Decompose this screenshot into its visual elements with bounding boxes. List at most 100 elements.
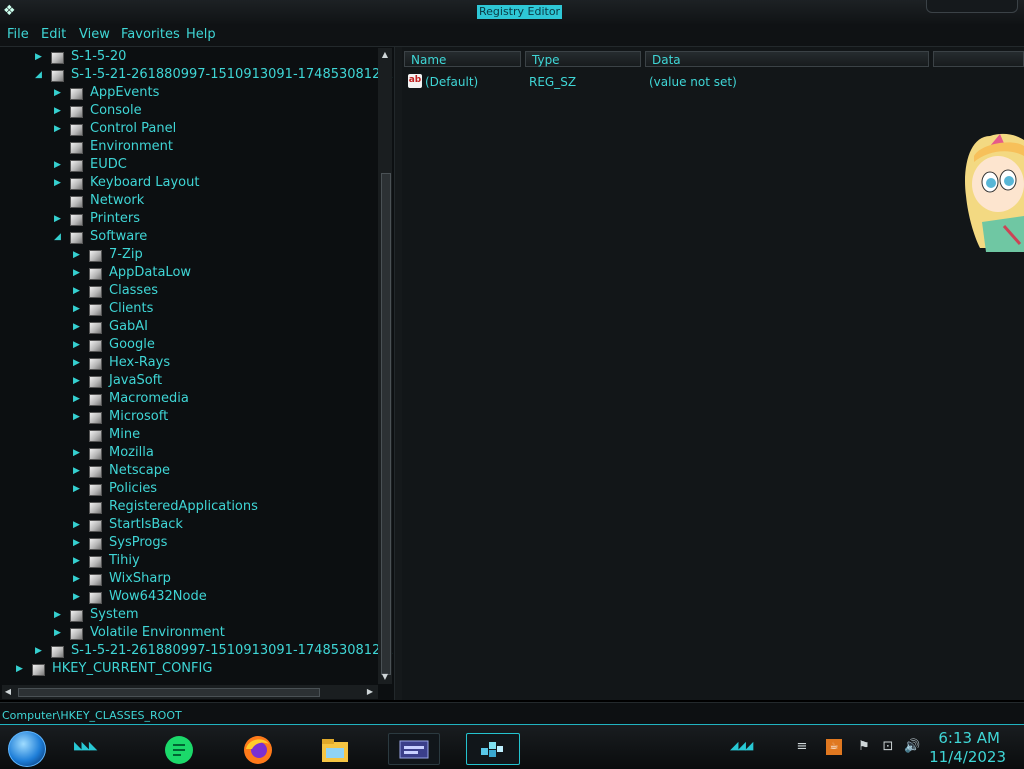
tree-node[interactable]: ◢ Software — [0, 228, 378, 246]
scroll-left-arrow-icon[interactable]: ◀ — [2, 685, 14, 699]
tree-node[interactable]: ▶ Control Panel — [0, 120, 378, 138]
scroll-thumb[interactable] — [381, 173, 391, 675]
window-controls[interactable] — [926, 0, 1018, 13]
volume-icon[interactable]: 🔊 — [904, 739, 920, 755]
expand-arrow-icon[interactable]: ▶ — [54, 156, 64, 174]
menu-view[interactable]: View — [79, 27, 110, 43]
scroll-up-arrow-icon[interactable]: ▲ — [378, 48, 392, 62]
expand-arrow-icon[interactable]: ▶ — [73, 480, 83, 498]
taskbar-registry-tab[interactable] — [466, 733, 520, 765]
collapse-arrow-icon[interactable]: ◢ — [35, 66, 45, 84]
tree-node[interactable]: ▶ StartIsBack — [0, 516, 378, 534]
scroll-thumb[interactable] — [18, 688, 320, 697]
menu-edit[interactable]: Edit — [41, 27, 66, 43]
tree-vertical-scrollbar[interactable]: ▲ ▼ — [378, 48, 392, 684]
expand-arrow-icon[interactable]: ▶ — [73, 390, 83, 408]
expand-arrow-icon[interactable]: ▶ — [73, 282, 83, 300]
tree-node[interactable]: ▶ Netscape — [0, 462, 378, 480]
start-button[interactable] — [8, 731, 46, 767]
expand-arrow-icon[interactable]: ▶ — [73, 300, 83, 318]
tree-node[interactable]: Environment — [0, 138, 378, 156]
expand-arrow-icon[interactable]: ▶ — [73, 588, 83, 606]
expand-arrow-icon[interactable]: ▶ — [73, 534, 83, 552]
registry-editor-icon[interactable]: ❖ — [3, 3, 19, 19]
column-header-type[interactable]: Type — [525, 51, 641, 67]
tree-node[interactable]: ▶ Policies — [0, 480, 378, 498]
action-center-flag-icon[interactable]: ⚑ — [856, 739, 872, 755]
tree-node[interactable]: ▶ AppDataLow — [0, 264, 378, 282]
expand-arrow-icon[interactable]: ▶ — [73, 372, 83, 390]
tree-node[interactable]: Network — [0, 192, 378, 210]
expand-arrow-icon[interactable]: ▶ — [73, 552, 83, 570]
expand-arrow-icon[interactable]: ▶ — [73, 462, 83, 480]
clock-time[interactable]: 6:13 AM — [938, 729, 1000, 747]
firefox-icon[interactable] — [243, 735, 273, 765]
tree-node[interactable]: ▶ Microsoft — [0, 408, 378, 426]
tree-node[interactable]: ▶ 7-Zip — [0, 246, 378, 264]
menu-help[interactable]: Help — [186, 27, 216, 43]
value-name[interactable]: (Default) — [425, 75, 478, 89]
expand-arrow-icon[interactable]: ▶ — [54, 102, 64, 120]
expand-arrow-icon[interactable]: ▶ — [73, 444, 83, 462]
expand-arrow-icon[interactable]: ▶ — [73, 354, 83, 372]
menu-favorites[interactable]: Favorites — [121, 27, 180, 43]
expand-arrow-icon[interactable]: ▶ — [54, 120, 64, 138]
tree-node[interactable]: ▶ Keyboard Layout — [0, 174, 378, 192]
expand-arrow-icon[interactable]: ▶ — [54, 624, 64, 642]
column-header-data[interactable]: Data — [645, 51, 929, 67]
taskbar-window-tab[interactable] — [388, 733, 440, 765]
tree-node[interactable]: ▶ Google — [0, 336, 378, 354]
tree-node[interactable]: ▶ AppEvents — [0, 84, 378, 102]
tree-node[interactable]: ▶ JavaSoft — [0, 372, 378, 390]
tree-horizontal-scrollbar[interactable]: ◀ ▶ — [2, 685, 378, 699]
tree-node[interactable]: ▶ Printers — [0, 210, 378, 228]
tree-node[interactable]: ▶ EUDC — [0, 156, 378, 174]
expand-arrow-icon[interactable]: ▶ — [73, 246, 83, 264]
tree-node[interactable]: ▶ HKEY_CURRENT_CONFIG — [0, 660, 378, 678]
scroll-down-arrow-icon[interactable]: ▼ — [378, 670, 392, 684]
tree-node[interactable]: ▶ SysProgs — [0, 534, 378, 552]
expand-arrow-icon[interactable]: ▶ — [73, 336, 83, 354]
collapse-arrow-icon[interactable]: ◢ — [54, 228, 64, 246]
expand-arrow-icon[interactable]: ▶ — [16, 660, 26, 678]
expand-arrow-icon[interactable]: ▶ — [54, 606, 64, 624]
expand-arrow-icon[interactable]: ▶ — [73, 570, 83, 588]
column-header-extra[interactable] — [933, 51, 1024, 67]
tree-node[interactable]: ▶ Wow6432Node — [0, 588, 378, 606]
notes-app-icon[interactable] — [164, 735, 194, 765]
tree-node[interactable]: RegisteredApplications — [0, 498, 378, 516]
tree-node[interactable]: ▶ Macromedia — [0, 390, 378, 408]
expand-arrow-icon[interactable]: ▶ — [54, 84, 64, 102]
network-icon[interactable]: ⊡ — [880, 739, 896, 755]
tree-node[interactable]: ▶ S-1-5-21-261880997-1510913091-174853081… — [0, 642, 394, 660]
expand-arrow-icon[interactable]: ▶ — [35, 48, 45, 66]
clock-date[interactable]: 11/4/2023 — [929, 748, 1006, 766]
tree-node[interactable]: ▶ Volatile Environment — [0, 624, 378, 642]
tree-node[interactable]: Mine — [0, 426, 378, 444]
expand-arrow-icon[interactable]: ▶ — [73, 318, 83, 336]
column-header-name[interactable]: Name — [404, 51, 521, 67]
tree-node[interactable]: ▶ Classes — [0, 282, 378, 300]
values-list[interactable]: Name Type Data ab (Default) REG_SZ (valu… — [402, 47, 1024, 700]
tree-node[interactable]: ▶ Hex-Rays — [0, 354, 378, 372]
expand-arrow-icon[interactable]: ▶ — [73, 516, 83, 534]
tree-node[interactable]: ▶ GabAI — [0, 318, 378, 336]
tree-node[interactable]: ▶ System — [0, 606, 378, 624]
show-hidden-icons-icon[interactable]: ≡ — [794, 739, 810, 755]
expand-arrow-icon[interactable]: ▶ — [73, 408, 83, 426]
expand-arrow-icon[interactable]: ▶ — [35, 642, 45, 660]
expand-arrow-icon[interactable]: ▶ — [73, 264, 83, 282]
file-explorer-icon[interactable] — [320, 735, 350, 765]
title-bar[interactable]: ❖ Registry Editor — [0, 0, 1024, 25]
tree-node[interactable]: ◢ S-1-5-21-261880997-1510913091-174853081… — [0, 66, 394, 84]
expand-arrow-icon[interactable]: ▶ — [54, 174, 64, 192]
tree-node[interactable]: ▶ Clients — [0, 300, 378, 318]
expand-arrow-icon[interactable]: ▶ — [54, 210, 64, 228]
java-update-icon[interactable]: ☕ — [826, 739, 842, 755]
tree-node[interactable]: ▶ S-1-5-20 — [0, 48, 378, 66]
tree-node[interactable]: ▶ WixSharp — [0, 570, 378, 588]
menu-file[interactable]: File — [7, 27, 29, 43]
tree-node[interactable]: ▶ Console — [0, 102, 378, 120]
key-tree[interactable]: ▶ S-1-5-20 ◢ S-1-5-21-261880997-1510913091-… — [0, 47, 394, 700]
scroll-right-arrow-icon[interactable]: ▶ — [364, 685, 376, 699]
